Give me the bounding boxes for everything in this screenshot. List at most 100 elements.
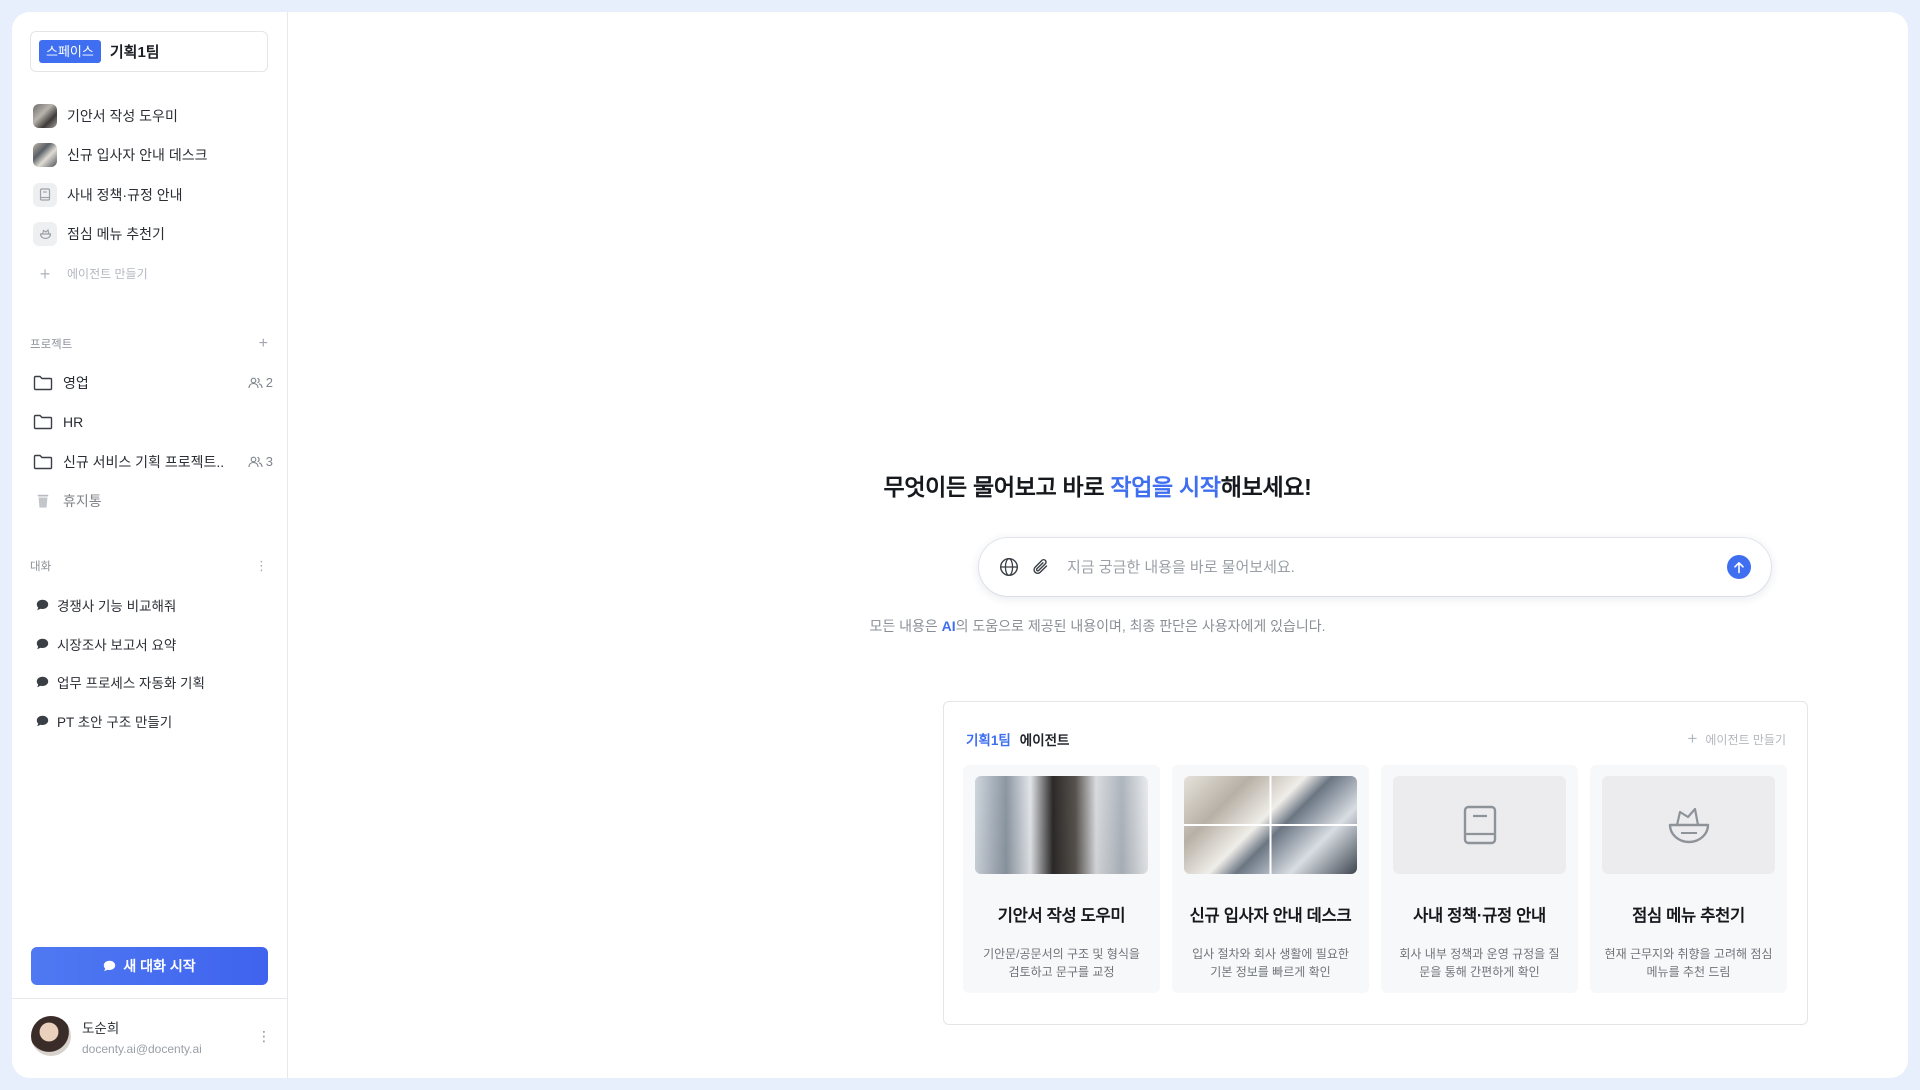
chat-bubble-icon (36, 600, 49, 611)
bowl-icon (1668, 807, 1709, 844)
space-selector[interactable]: 스페이스 기획1팀 (30, 31, 268, 72)
members-count: 2 (248, 375, 273, 390)
hero-prefix: 무엇이든 물어보고 바로 (883, 474, 1111, 500)
chat-input-box (979, 538, 1771, 596)
agent-card-title: 점심 메뉴 추천기 (1632, 907, 1745, 925)
agent-card-title: 기안서 작성 도우미 (997, 907, 1126, 925)
members-icon (248, 456, 263, 467)
sidebar-agent-item[interactable]: 점심 메뉴 추천기 (33, 215, 273, 255)
agent-card-desc: 입사 절차와 회사 생활에 필요한 기본 정보를 빠르게 확인 (1192, 947, 1349, 979)
disclaimer-suffix: 의 도움으로 제공된 내용이며, 최종 판단은 사용자에게 있습니다. (955, 618, 1326, 634)
app-window: 스페이스 기획1팀 기안서 작성 도우미 신규 입사자 안내 데스크 사내 정책… (12, 12, 1908, 1078)
sidebar: 스페이스 기획1팀 기안서 작성 도우미 신규 입사자 안내 데스크 사내 정책… (12, 12, 288, 1078)
conversation-label: 시장조사 보고서 요약 (57, 637, 177, 653)
agent-card[interactable]: 신규 입사자 안내 데스크 입사 절차와 회사 생활에 필요한 기본 정보를 빠… (1172, 765, 1369, 993)
bowl-icon (33, 222, 57, 247)
members-number: 2 (265, 375, 273, 391)
agent-label: 기안서 작성 도우미 (67, 107, 178, 124)
agent-thumbnail (33, 143, 57, 168)
agent-label: 점심 메뉴 추천기 (67, 226, 165, 243)
project-label: 신규 서비스 기획 프로젝트.. (63, 453, 225, 470)
project-item[interactable]: HR (33, 403, 273, 443)
conversation-item[interactable]: 시장조사 보고서 요약 (36, 625, 276, 664)
book-icon (1463, 805, 1496, 845)
conversation-label: 경쟁사 기능 비교해줘 (57, 599, 177, 615)
trash-label: 휴지통 (63, 493, 102, 510)
agent-card[interactable]: 기안서 작성 도우미 기안문/공문서의 구조 및 형식을 검토하고 문구를 교정 (963, 765, 1160, 993)
main-area: 무엇이든 물어보고 바로 작업을 시작해보세요! 모든 내용은 AI의 도움으로… (288, 12, 1908, 1078)
user-name: 도순희 (82, 1020, 120, 1036)
globe-icon[interactable] (997, 555, 1021, 579)
conversation-item[interactable]: 업무 프로세스 자동화 기획 (36, 663, 276, 702)
chat-bubble-icon (104, 960, 116, 972)
agent-card-image (1602, 776, 1775, 874)
folder-icon (33, 454, 53, 469)
agent-panel: 기획1팀 에이전트 + 에이전트 만들기 기안서 작성 도우미 기안문/공문서의 … (943, 701, 1808, 1025)
divider (12, 998, 288, 999)
panel-create-agent-button[interactable]: + 에이전트 만들기 (1687, 729, 1786, 749)
user-menu-icon[interactable]: ⋮ (257, 1028, 271, 1045)
agent-card-title: 사내 정책·규정 안내 (1413, 907, 1546, 925)
user-email: docenty.ai@docenty.ai (82, 1041, 202, 1056)
conversations-heading: 대화 (30, 561, 52, 573)
user-info: 도순희 docenty.ai@docenty.ai (82, 1017, 257, 1056)
plus-icon: + (1687, 729, 1698, 748)
agent-card[interactable]: 사내 정책·규정 안내 회사 내부 정책과 운영 규정을 질문을 통해 간편하게… (1381, 765, 1578, 993)
conversations-header: 대화 ⋮ (30, 558, 268, 574)
conversation-item[interactable]: 경쟁사 기능 비교해줘 (36, 586, 276, 625)
agent-cards: 기안서 작성 도우미 기안문/공문서의 구조 및 형식을 검토하고 문구를 교정… (963, 765, 1787, 993)
project-list: 영업 2 HR 신규 서비스 기획 프로젝트.. 3 휴지통 (33, 363, 273, 521)
trash-icon (37, 495, 49, 508)
sidebar-agent-item[interactable]: 신규 입사자 안내 데스크 (33, 136, 273, 176)
agent-card-photo (975, 776, 1148, 874)
hero-suffix: 해보세요! (1220, 474, 1312, 500)
agent-list: 기안서 작성 도우미 신규 입사자 안내 데스크 사내 정책·규정 안내 점심 … (33, 96, 273, 294)
conversations-menu-icon[interactable]: ⋮ (255, 558, 268, 574)
conversation-label: 업무 프로세스 자동화 기획 (57, 676, 205, 692)
members-icon (248, 377, 263, 388)
sidebar-agent-item[interactable]: 사내 정책·규정 안내 (33, 175, 273, 215)
agent-card[interactable]: 점심 메뉴 추천기 현재 근무지와 취향을 고려해 점심 메뉴를 추천 드림 (1590, 765, 1787, 993)
members-number: 3 (265, 454, 273, 470)
agent-card-desc: 현재 근무지와 취향을 고려해 점심 메뉴를 추천 드림 (1604, 947, 1773, 979)
user-profile[interactable]: 도순희 docenty.ai@docenty.ai ⋮ (31, 1016, 271, 1056)
agent-card-desc: 회사 내부 정책과 운영 규정을 질문을 통해 간편하게 확인 (1399, 947, 1560, 979)
sidebar-agent-item[interactable]: 기안서 작성 도우미 (33, 96, 273, 136)
hero-title: 무엇이든 물어보고 바로 작업을 시작해보세요! (288, 468, 1907, 502)
space-badge: 스페이스 (39, 40, 101, 63)
agent-label: 사내 정책·규정 안내 (67, 186, 183, 203)
add-project-icon[interactable]: + (259, 335, 268, 353)
conversation-label: PT 초안 구조 만들기 (57, 715, 173, 731)
project-item[interactable]: 신규 서비스 기획 프로젝트.. 3 (33, 442, 273, 482)
folder-icon (33, 415, 53, 430)
disclaimer-prefix: 모든 내용은 (869, 618, 942, 634)
agent-card-title: 신규 입사자 안내 데스크 (1189, 907, 1352, 925)
disclaimer-ai: AI (941, 618, 956, 634)
conversation-item[interactable]: PT 초안 구조 만들기 (36, 702, 276, 741)
plus-icon: + (39, 263, 51, 284)
agent-card-image (1393, 776, 1566, 874)
projects-heading: 프로젝트 (30, 339, 73, 351)
agent-label: 신규 입사자 안내 데스크 (67, 147, 208, 164)
send-button[interactable] (1727, 555, 1751, 579)
conversation-list: 경쟁사 기능 비교해줘 시장조사 보고서 요약 업무 프로세스 자동화 기획 P… (36, 586, 276, 740)
space-name: 기획1팀 (109, 44, 160, 61)
ai-disclaimer: 모든 내용은 AI의 도움으로 제공된 내용이며, 최종 판단은 사용자에게 있… (288, 616, 1907, 636)
agent-panel-header: 기획1팀 에이전트 + 에이전트 만들기 (966, 729, 1786, 749)
project-label: HR (63, 414, 84, 431)
panel-title-text: 에이전트 (1019, 733, 1070, 748)
project-label: 영업 (63, 374, 89, 391)
agent-panel-title: 기획1팀 에이전트 (966, 729, 1069, 749)
projects-header: 프로젝트 + (30, 335, 268, 353)
chat-bubble-icon (36, 715, 49, 727)
new-chat-label: 새 대화 시작 (123, 958, 196, 974)
trash-item[interactable]: 휴지통 (33, 482, 273, 522)
create-agent-button[interactable]: + 에이전트 만들기 (33, 254, 273, 294)
chat-bubble-icon (36, 677, 49, 688)
project-item[interactable]: 영업 2 (33, 363, 273, 403)
chat-input[interactable] (1067, 558, 1727, 576)
folder-icon (33, 375, 53, 390)
agent-card-desc: 기안문/공문서의 구조 및 형식을 검토하고 문구를 교정 (983, 947, 1140, 979)
paperclip-icon[interactable] (1029, 555, 1053, 579)
new-chat-button[interactable]: 새 대화 시작 (31, 947, 268, 985)
